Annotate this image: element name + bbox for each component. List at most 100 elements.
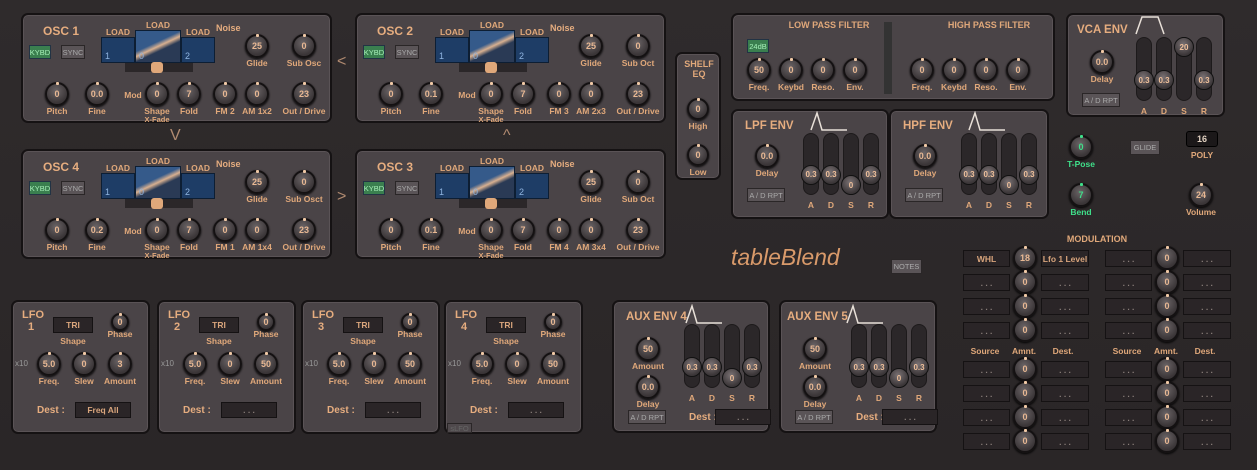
wavetable-display-0[interactable]: 1 — [435, 37, 469, 63]
out-drive-knob[interactable]: 23 — [292, 82, 316, 106]
glide-knob[interactable]: 25 — [245, 34, 269, 58]
fold-knob[interactable]: 7 — [511, 218, 535, 242]
mod-source-selector[interactable]: . . . — [1105, 250, 1152, 267]
mod-dest-selector[interactable]: . . . — [1041, 274, 1089, 291]
glide-knob[interactable]: 25 — [579, 170, 603, 194]
fm-knob[interactable]: 0 — [547, 82, 571, 106]
mod-source-selector[interactable]: . . . — [963, 409, 1010, 426]
slider-thumb[interactable]: 0.3 — [1154, 70, 1174, 90]
mod-amount-knob[interactable]: 0 — [1155, 318, 1179, 342]
sync-button[interactable]: SYNC — [61, 181, 85, 195]
glide-button[interactable]: GLIDE — [1130, 140, 1160, 155]
sub-osc-knob[interactable]: 0 — [292, 170, 316, 194]
hpf-env-knob[interactable]: 0 — [1006, 58, 1030, 82]
mod-source-selector[interactable]: . . . — [963, 298, 1010, 315]
adsr-slider-s[interactable]: 0 — [889, 324, 909, 388]
wavetable-display-1[interactable]: 0 — [135, 30, 181, 63]
shape-knob[interactable]: 0 — [479, 82, 503, 106]
delay-knob[interactable]: 0.0 — [636, 375, 660, 399]
sync-button[interactable]: SYNC — [61, 45, 85, 59]
slider-thumb[interactable]: 20 — [1174, 37, 1194, 57]
lfo-dest-selector[interactable]: . . . — [365, 402, 421, 418]
mod-dest-selector[interactable]: . . . — [1041, 298, 1089, 315]
notes-button[interactable]: NOTES — [891, 259, 922, 274]
mod-dest-selector[interactable]: . . . — [1183, 409, 1231, 426]
shelf-low-knob[interactable]: 0 — [687, 144, 709, 166]
mod-amount-knob[interactable]: 0 — [1013, 381, 1037, 405]
wavetable-display-2[interactable]: 2 — [181, 37, 215, 63]
crossfade-slider-thumb[interactable] — [485, 62, 497, 73]
mod-source-selector[interactable]: . . . — [1105, 409, 1152, 426]
glide-knob[interactable]: 25 — [579, 34, 603, 58]
mod-source-selector[interactable]: . . . — [1105, 322, 1152, 339]
slider-thumb[interactable]: 0.3 — [742, 357, 762, 377]
lfo-dest-selector[interactable]: . . . — [508, 402, 564, 418]
dest-selector[interactable]: . . . — [882, 409, 938, 425]
mod-source-selector[interactable]: . . . — [963, 385, 1010, 402]
lpf-env-knob[interactable]: 0 — [843, 58, 867, 82]
dest-selector[interactable]: . . . — [715, 409, 771, 425]
lfo-amount-knob[interactable]: 50 — [254, 352, 278, 376]
lfo-freq-knob[interactable]: 5.0 — [183, 352, 207, 376]
pitch-knob[interactable]: 0 — [45, 82, 69, 106]
lfo-freq-knob[interactable]: 5.0 — [37, 352, 61, 376]
wavetable-display-2[interactable]: 2 — [515, 173, 549, 199]
slider-thumb[interactable]: 0.3 — [959, 164, 979, 185]
mod-dest-selector[interactable]: . . . — [1183, 322, 1231, 339]
pitch-bend-knob[interactable]: 7 — [1069, 183, 1093, 207]
crossfade-slider-thumb[interactable] — [151, 198, 163, 209]
mod-amount-knob[interactable]: 0 — [1155, 429, 1179, 453]
delay-knob[interactable]: 0.0 — [755, 144, 779, 168]
mod-amount-knob[interactable]: 0 — [1155, 246, 1179, 270]
shape-knob[interactable]: 0 — [479, 218, 503, 242]
fine-knob[interactable]: 0.1 — [419, 82, 443, 106]
shelf-high-knob[interactable]: 0 — [687, 98, 709, 120]
lfo-freq-knob[interactable]: 5.0 — [470, 352, 494, 376]
mod-dest-selector[interactable]: Lfo 1 Level — [1041, 250, 1089, 267]
adsr-slider-a[interactable]: 0.3 — [682, 324, 702, 388]
ad-repeat-button[interactable]: A / D RPT — [747, 188, 785, 202]
mod-amount-knob[interactable]: 0 — [1013, 405, 1037, 429]
fold-knob[interactable]: 7 — [177, 82, 201, 106]
transpose-knob[interactable]: 0 — [1069, 135, 1093, 159]
fold-knob[interactable]: 7 — [177, 218, 201, 242]
volume-knob[interactable]: 24 — [1189, 183, 1213, 207]
adsr-slider-r[interactable]: 0.3 — [1019, 133, 1039, 195]
mod-amount-knob[interactable]: 0 — [1155, 357, 1179, 381]
hpf-freq-knob[interactable]: 0 — [910, 58, 934, 82]
slider-thumb[interactable]: 0.3 — [821, 164, 841, 185]
adsr-slider-r[interactable]: 0.3 — [1194, 37, 1214, 101]
wavetable-display-1[interactable]: 0 — [135, 166, 181, 199]
mod-source-selector[interactable]: . . . — [1105, 385, 1152, 402]
sync-button[interactable]: SYNC — [395, 181, 419, 195]
aux-amount-knob[interactable]: 50 — [803, 337, 827, 361]
lfo-shape-selector[interactable]: TRI — [343, 317, 383, 333]
mod-source-selector[interactable]: . . . — [963, 322, 1010, 339]
am-knob[interactable]: 0 — [245, 82, 269, 106]
mod-dest-selector[interactable]: . . . — [1183, 433, 1231, 450]
mod-dest-selector[interactable]: . . . — [1183, 250, 1231, 267]
mod-amount-knob[interactable]: 0 — [1013, 429, 1037, 453]
wavetable-display-1[interactable]: 0 — [469, 30, 515, 63]
am-knob[interactable]: 0 — [579, 82, 603, 106]
lfo-shape-selector[interactable]: TRI — [486, 317, 526, 333]
fm-knob[interactable]: 0 — [547, 218, 571, 242]
crossfade-slider-thumb[interactable] — [151, 62, 163, 73]
adsr-slider-d[interactable]: 0.3 — [702, 324, 722, 388]
mod-dest-selector[interactable]: . . . — [1183, 361, 1231, 378]
out-drive-knob[interactable]: 23 — [626, 218, 650, 242]
lpf-keybd-knob[interactable]: 0 — [779, 58, 803, 82]
mod-amount-knob[interactable]: 0 — [1013, 270, 1037, 294]
lfo-slew-knob[interactable]: 0 — [505, 352, 529, 376]
pitch-knob[interactable]: 0 — [45, 218, 69, 242]
lfo-shape-selector[interactable]: TRI — [53, 317, 93, 333]
fine-knob[interactable]: 0.2 — [85, 218, 109, 242]
mod-amount-knob[interactable]: 0 — [1013, 318, 1037, 342]
lfo-dest-selector[interactable]: . . . — [221, 402, 277, 418]
mod-source-selector[interactable]: . . . — [963, 274, 1010, 291]
slider-thumb[interactable]: 0.3 — [869, 357, 889, 377]
fold-knob[interactable]: 7 — [511, 82, 535, 106]
adsr-slider-s[interactable]: 0 — [722, 324, 742, 388]
mod-amount-knob[interactable]: 0 — [1155, 270, 1179, 294]
mod-dest-selector[interactable]: . . . — [1183, 298, 1231, 315]
